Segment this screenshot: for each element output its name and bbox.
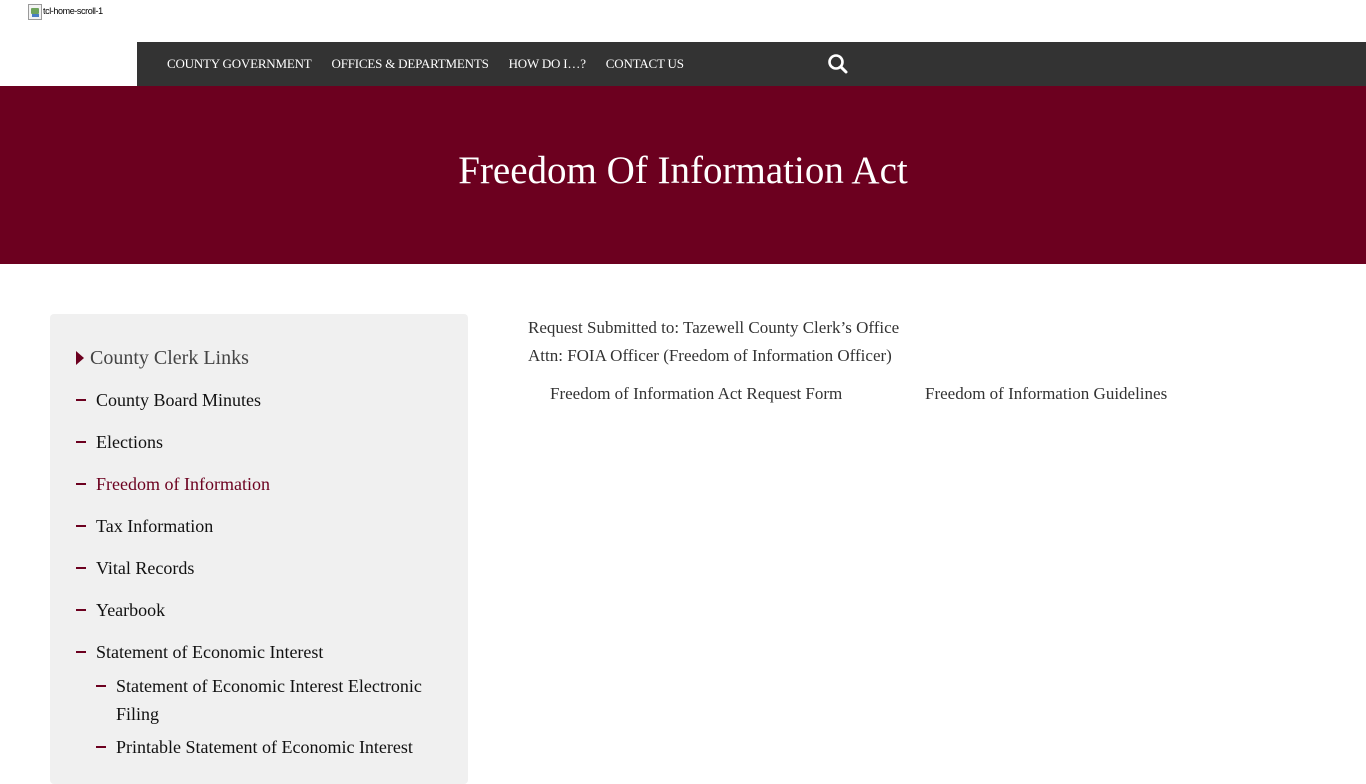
search-button[interactable] <box>827 53 849 75</box>
sidebar-item-elections[interactable]: Elections <box>76 428 426 470</box>
nav-item-county-government[interactable]: COUNTY GOVERNMENT <box>167 56 312 72</box>
sidebar-item-label: Statement of Economic Interest <box>96 642 324 662</box>
sidebar-item-label: Vital Records <box>96 558 195 578</box>
nav-item-offices-departments[interactable]: OFFICES & DEPARTMENTS <box>332 56 489 72</box>
sidebar-item-vital-records[interactable]: Vital Records <box>76 554 426 596</box>
dash-icon <box>76 567 86 569</box>
sidebar-item-label: County Board Minutes <box>96 390 261 410</box>
sidebar-item-label: Freedom of Information <box>96 474 270 494</box>
request-submitted-to-text: Request Submitted to: Tazewell County Cl… <box>528 318 900 337</box>
dash-icon <box>76 609 86 611</box>
caret-right-icon <box>76 350 84 365</box>
foia-request-form-link[interactable]: Freedom of Information Act Request Form <box>550 380 842 408</box>
dash-icon <box>76 399 86 401</box>
sidebar-sublist-container: Statement of Economic Interest Electroni… <box>76 676 426 769</box>
sidebar-heading[interactable]: County Clerk Links <box>76 347 249 370</box>
nav-item-contact-us[interactable]: CONTACT US <box>606 56 684 72</box>
dash-icon <box>96 685 106 687</box>
sidebar-subitem-printable-sei[interactable]: Printable Statement of Economic Interest <box>96 733 426 761</box>
dash-icon <box>76 651 86 653</box>
foia-guidelines-link[interactable]: Freedom of Information Guidelines <box>925 380 1167 408</box>
sidebar-item-county-board-minutes[interactable]: County Board Minutes <box>76 386 426 428</box>
sidebar-item-tax-information[interactable]: Tax Information <box>76 512 426 554</box>
dash-icon <box>76 441 86 443</box>
sidebar-item-label: Yearbook <box>96 600 166 620</box>
sidebar-subitem-label: Statement of Economic Interest Electroni… <box>116 676 422 724</box>
attention-text: Attn: FOIA Officer (Freedom of Informati… <box>528 346 892 365</box>
page-title: Freedom Of Information Act <box>458 148 908 192</box>
sidebar-subitem-sei-electronic-filing[interactable]: Statement of Economic Interest Electroni… <box>96 672 426 728</box>
sidebar-item-freedom-of-information[interactable]: Freedom of Information <box>76 470 426 512</box>
sidebar-subitem-label: Printable Statement of Economic Interest <box>116 737 413 757</box>
sidebar-item-yearbook[interactable]: Yearbook <box>76 596 426 638</box>
sidebar-sublist: Statement of Economic Interest Electroni… <box>76 672 426 761</box>
sidebar-item-label: Tax Information <box>96 516 214 536</box>
sidebar-item-label: Elections <box>96 432 163 452</box>
dash-icon <box>76 483 86 485</box>
main-content: Request Submitted to: Tazewell County Cl… <box>528 314 1308 403</box>
dash-icon <box>96 746 106 748</box>
main-navbar: COUNTY GOVERNMENT OFFICES & DEPARTMENTS … <box>137 42 1366 86</box>
broken-image-icon <box>28 4 42 20</box>
sidebar-heading-label: County Clerk Links <box>90 347 249 369</box>
nav-item-how-do-i[interactable]: HOW DO I…? <box>509 56 586 72</box>
logo-alt-text: tcl-home-scroll-1 <box>43 6 103 16</box>
nav-menu: COUNTY GOVERNMENT OFFICES & DEPARTMENTS … <box>167 42 704 86</box>
dash-icon <box>76 525 86 527</box>
search-icon <box>828 54 848 74</box>
site-logo[interactable]: tcl-home-scroll-1 <box>28 4 103 20</box>
sidebar-link-list: County Board Minutes Elections Freedom o… <box>76 386 426 774</box>
document-links: Freedom of Information Act Request Form … <box>550 380 1250 410</box>
sidebar: County Clerk Links County Board Minutes … <box>50 314 468 784</box>
page-hero-banner: Freedom Of Information Act <box>0 86 1366 264</box>
